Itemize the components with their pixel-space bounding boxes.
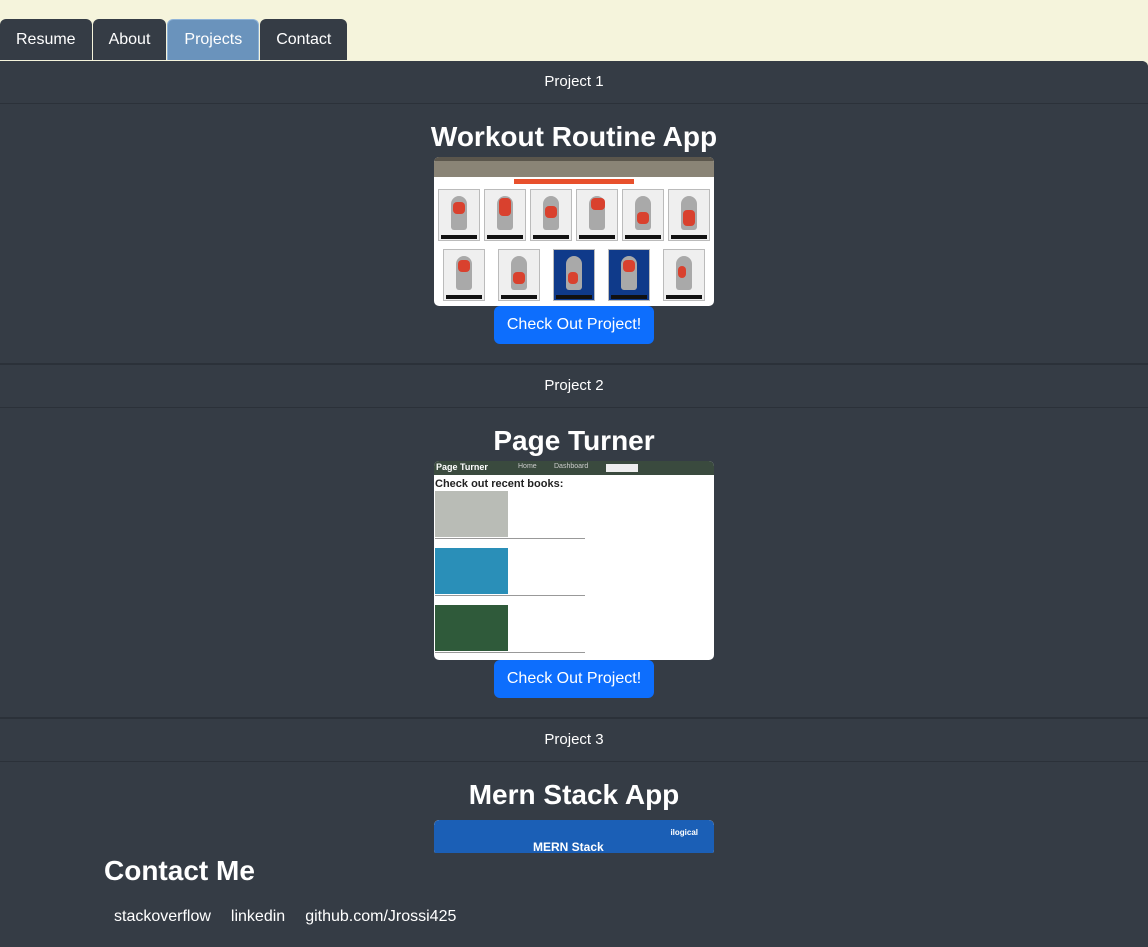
contact-links: stackoverflow linkedin github.com/Jrossi…	[104, 908, 466, 926]
tab-about[interactable]: About	[92, 19, 167, 60]
pageturner-heading: Check out recent books:	[435, 478, 564, 490]
linkedin-link[interactable]: linkedin	[221, 908, 295, 926]
project-body: Workout Routine App Check Out Project!	[0, 104, 1148, 344]
contact-title: Contact Me	[104, 855, 255, 886]
check-out-project-button[interactable]: Check Out Project!	[493, 306, 655, 344]
project-body: Mern Stack App ilogical MERN Stack	[0, 762, 1148, 855]
book-cover	[435, 548, 508, 594]
book-cover	[435, 491, 508, 537]
project-card: Project 1 Workout Routine App Check Out …	[0, 61, 1148, 365]
tab-contact[interactable]: Contact	[260, 19, 348, 60]
github-link[interactable]: github.com/Jrossi425	[295, 908, 466, 926]
project-card: Project 2 Page Turner Page Turner Home D…	[0, 365, 1148, 719]
pageturner-brand: Page Turner	[436, 462, 488, 472]
check-out-project-button[interactable]: Check Out Project!	[493, 660, 655, 698]
mern-logo: ilogical	[670, 828, 698, 837]
mern-screenshot: ilogical MERN Stack	[434, 820, 714, 855]
project-header: Project 1	[0, 61, 1148, 104]
project-body: Page Turner Page Turner Home Dashboard C…	[0, 408, 1148, 698]
project-title: Page Turner	[493, 425, 655, 456]
project-title: Mern Stack App	[468, 779, 680, 810]
project-header: Project 2	[0, 365, 1148, 408]
tab-projects[interactable]: Projects	[167, 19, 260, 60]
pageturner-nav-home: Home	[518, 463, 537, 470]
stackoverflow-link[interactable]: stackoverflow	[104, 908, 221, 926]
workout-screenshot	[434, 157, 714, 306]
mern-title: MERN Stack	[533, 840, 604, 854]
book-cover	[435, 605, 508, 651]
nav-tabs: Resume About Projects Contact	[0, 19, 348, 61]
project-title: Workout Routine App	[430, 121, 718, 152]
pageturner-screenshot: Page Turner Home Dashboard Check out rec…	[434, 461, 714, 660]
projects-panel: Project 1 Workout Routine App Check Out …	[0, 61, 1148, 947]
project-header: Project 3	[0, 719, 1148, 762]
pageturner-nav-dashboard: Dashboard	[554, 463, 589, 470]
contact-section: Contact Me stackoverflow linkedin github…	[0, 853, 1148, 947]
tab-resume[interactable]: Resume	[0, 19, 92, 60]
